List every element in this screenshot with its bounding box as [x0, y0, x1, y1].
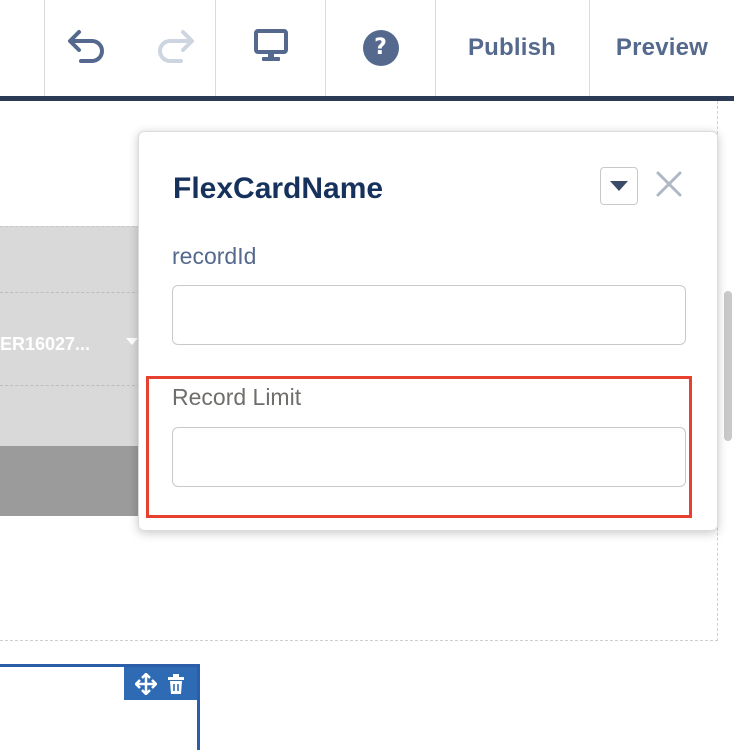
preview-button[interactable]: Preview [590, 0, 734, 96]
redo-icon [153, 26, 197, 71]
popover-menu-button[interactable] [600, 167, 638, 205]
record-limit-input[interactable] [172, 427, 686, 487]
card-footer [0, 446, 140, 516]
close-button[interactable] [651, 168, 687, 204]
popover-title: FlexCardName [173, 172, 384, 205]
recordid-input[interactable] [172, 285, 686, 345]
redo-button[interactable] [144, 0, 206, 96]
preview-label: Preview [615, 34, 709, 61]
publish-button[interactable]: Publish [436, 0, 588, 96]
builder-toolbar: ? Publish Preview [0, 0, 734, 96]
move-icon[interactable] [134, 672, 157, 695]
card-divider [0, 385, 140, 386]
help-button[interactable]: ? [326, 0, 435, 96]
card-record-label: ER16027... [0, 334, 91, 354]
card-divider [0, 292, 140, 293]
device-preview-button[interactable] [216, 0, 325, 96]
record-limit-label: Record Limit [172, 384, 302, 410]
trash-icon[interactable] [166, 673, 186, 695]
desktop-icon [253, 28, 289, 68]
flexcard-properties-popover: FlexCardName recordId Record Limit [138, 131, 718, 531]
help-glyph: ? [374, 35, 387, 60]
canvas-scrollbar[interactable] [718, 101, 734, 750]
undo-button[interactable] [56, 0, 118, 96]
scrollbar-thumb[interactable] [724, 291, 732, 441]
caret-down-icon[interactable] [126, 338, 138, 345]
toolbar-separator [44, 0, 45, 96]
chevron-down-icon [610, 181, 628, 191]
publish-label: Publish [467, 34, 557, 61]
undo-icon [65, 26, 109, 71]
recordid-label: recordId [172, 243, 257, 269]
help-icon: ? [362, 30, 399, 66]
close-icon [655, 170, 683, 203]
element-action-bar [124, 667, 197, 700]
